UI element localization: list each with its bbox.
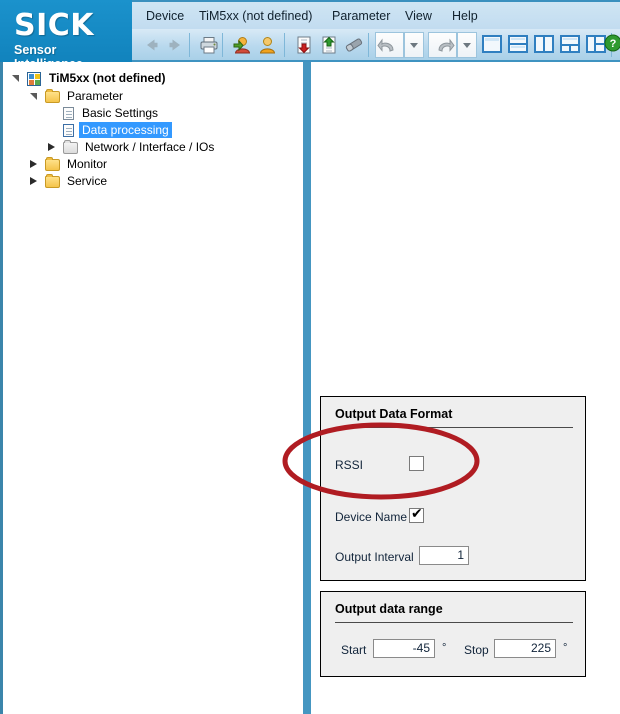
folder-icon bbox=[45, 157, 61, 171]
svg-text:?: ? bbox=[610, 38, 617, 50]
device-name-label: Device Name bbox=[335, 510, 408, 524]
rssi-label: RSSI bbox=[335, 458, 364, 472]
menu-bar: Device TiM5xx (not defined) Parameter Vi… bbox=[132, 0, 620, 29]
tree-node-label: Service bbox=[67, 174, 108, 188]
toolbar-separator bbox=[284, 33, 285, 57]
tree-node-basic-settings[interactable]: Basic Settings bbox=[3, 105, 303, 122]
print-icon[interactable] bbox=[198, 34, 220, 56]
help-icon[interactable]: ? bbox=[604, 34, 620, 56]
main-content: Output Data Format RSSI Device Name Outp… bbox=[311, 62, 620, 714]
user-login-icon[interactable] bbox=[231, 34, 253, 56]
tree-node-label: TiM5xx (not defined) bbox=[49, 71, 166, 85]
forward-icon[interactable] bbox=[164, 34, 186, 56]
tree-node-label: Network / Interface / IOs bbox=[85, 140, 215, 154]
sick-logo: SICK Sensor Intelligence. bbox=[0, 0, 132, 71]
redo-dropdown-icon[interactable] bbox=[457, 32, 477, 58]
device-name-checkbox[interactable] bbox=[409, 506, 424, 523]
output-data-format-panel: Output Data Format RSSI Device Name Outp… bbox=[320, 396, 586, 581]
output-interval-input[interactable]: 1 bbox=[419, 546, 469, 565]
title-divider bbox=[335, 622, 573, 623]
folder-grey-icon bbox=[63, 140, 79, 154]
tree-node-service[interactable]: Service bbox=[3, 173, 303, 190]
expander-closed-icon[interactable] bbox=[29, 156, 39, 172]
undo-dropdown-icon[interactable] bbox=[404, 32, 424, 58]
tree-node-tim5xx[interactable]: TiM5xx (not defined) bbox=[3, 70, 303, 88]
back-icon[interactable] bbox=[141, 34, 163, 56]
device-tree[interactable]: TiM5xx (not defined) Parameter Basic Set… bbox=[3, 62, 303, 190]
menu-item-view[interactable]: View bbox=[401, 8, 436, 24]
tree-node-monitor[interactable]: Monitor bbox=[3, 156, 303, 173]
user-logout-icon[interactable] bbox=[256, 34, 278, 56]
output-data-range-panel: Output data range Start -45 ° Stop 225 ° bbox=[320, 591, 586, 677]
tree-node-label-selected: Data processing bbox=[79, 122, 172, 138]
tree-node-label: Parameter bbox=[67, 89, 124, 103]
tree-node-network-interface-ios[interactable]: Network / Interface / IOs bbox=[3, 139, 303, 156]
toolbar bbox=[132, 29, 620, 62]
brand-name: SICK bbox=[14, 8, 95, 43]
tree-node-label: Basic Settings bbox=[82, 106, 159, 120]
output-data-range-title: Output data range bbox=[335, 602, 443, 616]
start-input[interactable]: -45 bbox=[373, 639, 435, 658]
layout-single-icon[interactable] bbox=[482, 35, 504, 57]
undo-icon[interactable] bbox=[375, 32, 404, 58]
folder-icon bbox=[45, 89, 61, 103]
start-unit: ° bbox=[442, 642, 447, 654]
upload-from-device-icon[interactable] bbox=[318, 34, 340, 56]
tree-node-data-processing[interactable]: Data processing bbox=[3, 122, 303, 139]
download-to-device-icon[interactable] bbox=[293, 34, 315, 56]
menu-item-tim5xx[interactable]: TiM5xx (not defined) bbox=[195, 8, 316, 24]
output-data-format-title: Output Data Format bbox=[335, 407, 453, 421]
toolbar-separator bbox=[222, 33, 223, 57]
page-icon bbox=[63, 106, 79, 120]
expander-open-icon[interactable] bbox=[11, 70, 21, 86]
tree-node-label: Monitor bbox=[67, 157, 108, 171]
device-tree-panel: TiM5xx (not defined) Parameter Basic Set… bbox=[0, 62, 303, 714]
layout-horizontal-split-icon[interactable] bbox=[508, 35, 530, 57]
redo-icon[interactable] bbox=[428, 32, 457, 58]
expander-closed-icon[interactable] bbox=[29, 173, 39, 189]
layout-three-bottom-icon[interactable] bbox=[560, 35, 582, 57]
menu-item-device[interactable]: Device bbox=[142, 8, 188, 24]
eraser-icon[interactable] bbox=[343, 34, 365, 56]
title-divider bbox=[335, 427, 573, 428]
toolbar-separator bbox=[368, 33, 369, 57]
menu-item-parameter[interactable]: Parameter bbox=[328, 8, 394, 24]
stop-unit: ° bbox=[563, 642, 568, 654]
folder-icon bbox=[45, 174, 61, 188]
application-window: SICK Sensor Intelligence. Device TiM5xx … bbox=[0, 0, 620, 714]
rssi-checkbox[interactable] bbox=[409, 456, 424, 471]
menu-item-help[interactable]: Help bbox=[448, 8, 482, 24]
output-interval-label: Output Interval bbox=[335, 550, 414, 564]
page-icon bbox=[63, 123, 79, 137]
expander-open-icon[interactable] bbox=[29, 88, 39, 104]
stop-input[interactable]: 225 bbox=[494, 639, 556, 658]
panel-splitter[interactable] bbox=[303, 62, 311, 714]
start-label: Start bbox=[341, 643, 367, 657]
expander-closed-icon[interactable] bbox=[47, 139, 57, 155]
device-icon bbox=[27, 71, 43, 86]
layout-vertical-split-icon[interactable] bbox=[534, 35, 556, 57]
tree-node-parameter[interactable]: Parameter bbox=[3, 88, 303, 105]
stop-label: Stop bbox=[464, 643, 489, 657]
toolbar-separator bbox=[189, 33, 190, 57]
top-band: SICK Sensor Intelligence. Device TiM5xx … bbox=[0, 0, 620, 71]
